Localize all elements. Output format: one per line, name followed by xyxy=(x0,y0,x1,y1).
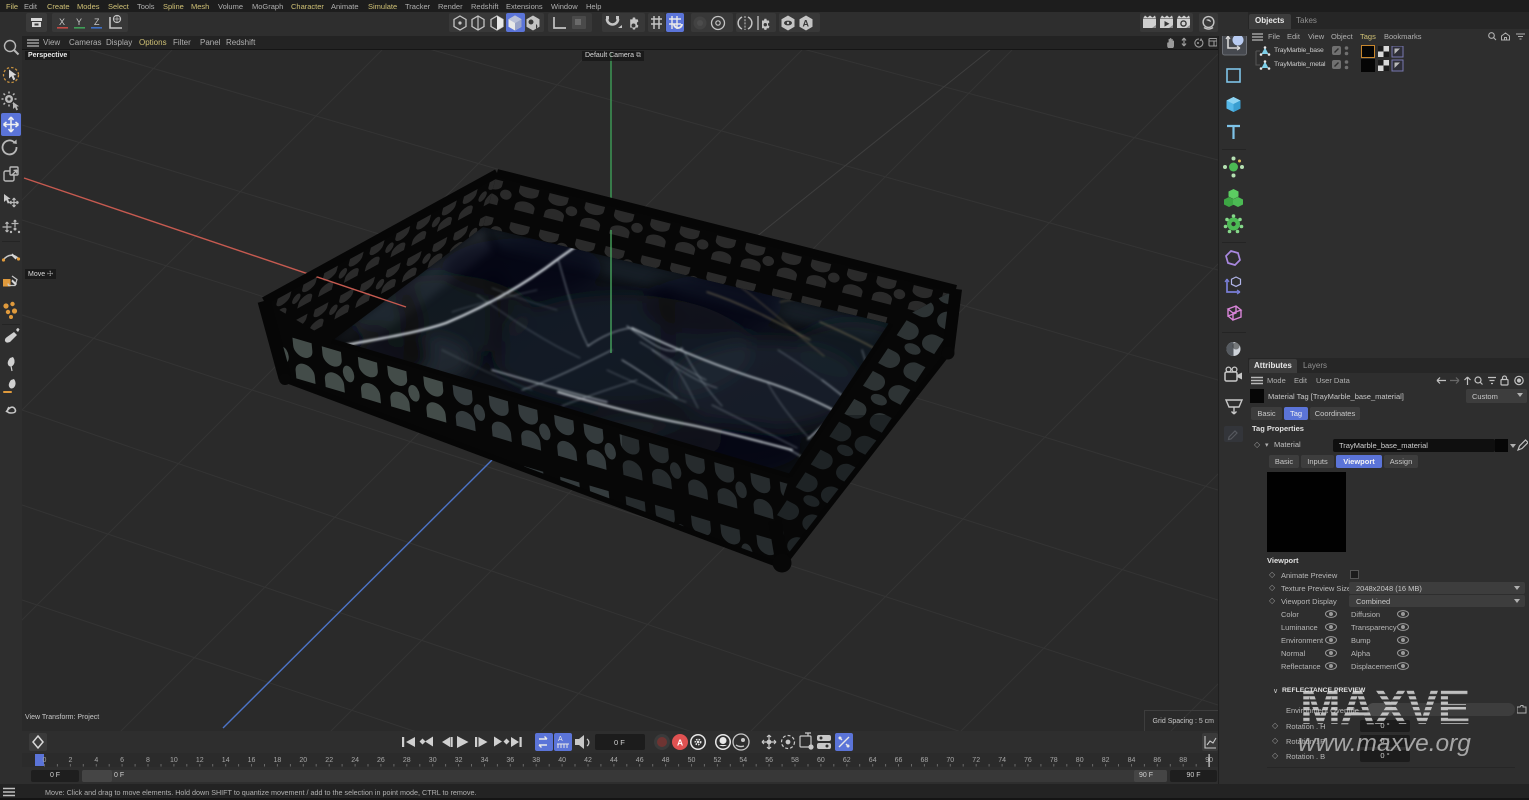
svg-text:www.maxve.org: www.maxve.org xyxy=(1298,730,1471,757)
svg-text:A: A xyxy=(558,736,563,743)
svg-text:Y: Y xyxy=(76,17,82,27)
svg-text:Z: Z xyxy=(94,17,100,27)
svg-text:A: A xyxy=(677,738,683,748)
svg-text:A: A xyxy=(803,19,810,29)
svg-text:MAXVE: MAXVE xyxy=(1300,681,1469,735)
svg-text:X: X xyxy=(59,17,65,27)
svg-text:0 F: 0 F xyxy=(614,738,625,747)
